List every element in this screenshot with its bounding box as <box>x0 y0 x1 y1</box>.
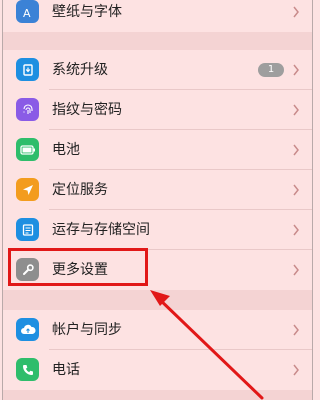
settings-row-fingerprint-password[interactable]: 指纹与密码 <box>3 90 312 130</box>
settings-row-account-sync[interactable]: 帐户与同步 <box>3 310 312 350</box>
chevron-right-icon <box>293 364 299 376</box>
location-icon <box>16 178 39 201</box>
settings-row-label: 系统升级 <box>52 62 108 78</box>
settings-row-label: 定位服务 <box>52 182 108 198</box>
settings-screen: A 壁纸与字体 系统升级 1 指纹与密码 电池 定位服务 运存与存储空间 更多设… <box>0 0 315 400</box>
section-gap <box>3 290 312 310</box>
system-update-icon <box>16 58 39 81</box>
settings-row-label: 电话 <box>52 362 80 378</box>
chevron-right-icon <box>293 64 299 76</box>
chevron-right-icon <box>293 144 299 156</box>
settings-row-label: 壁纸与字体 <box>52 4 122 20</box>
settings-row-battery[interactable]: 电池 <box>3 130 312 170</box>
chevron-right-icon <box>293 6 299 18</box>
settings-row-label: 帐户与同步 <box>52 322 122 338</box>
chevron-right-icon <box>293 224 299 236</box>
settings-row-location[interactable]: 定位服务 <box>3 170 312 210</box>
section-gap <box>3 32 312 50</box>
settings-row-label: 运存与存储空间 <box>52 222 150 238</box>
frame-border-right <box>312 0 313 400</box>
section-gap <box>3 390 312 400</box>
chevron-right-icon <box>293 104 299 116</box>
svg-text:A: A <box>23 7 31 19</box>
chevron-right-icon <box>293 324 299 336</box>
chevron-right-icon <box>293 184 299 196</box>
chevron-right-icon <box>293 264 299 276</box>
storage-icon <box>16 218 39 241</box>
settings-row-system-update[interactable]: 系统升级 1 <box>3 50 312 90</box>
settings-row-label: 电池 <box>52 142 80 158</box>
settings-row-phone[interactable]: 电话 <box>3 350 312 390</box>
phone-icon <box>16 358 39 381</box>
battery-icon <box>16 138 39 161</box>
update-count-badge: 1 <box>258 63 284 77</box>
account-sync-icon <box>16 318 39 341</box>
settings-row-wallpaper-font[interactable]: A 壁纸与字体 <box>3 0 312 32</box>
wallpaper-font-icon: A <box>16 0 39 23</box>
fingerprint-icon <box>16 98 39 121</box>
settings-row-label: 指纹与密码 <box>52 102 122 118</box>
settings-row-memory-storage[interactable]: 运存与存储空间 <box>3 210 312 250</box>
annotation-highlight-box <box>8 248 148 286</box>
